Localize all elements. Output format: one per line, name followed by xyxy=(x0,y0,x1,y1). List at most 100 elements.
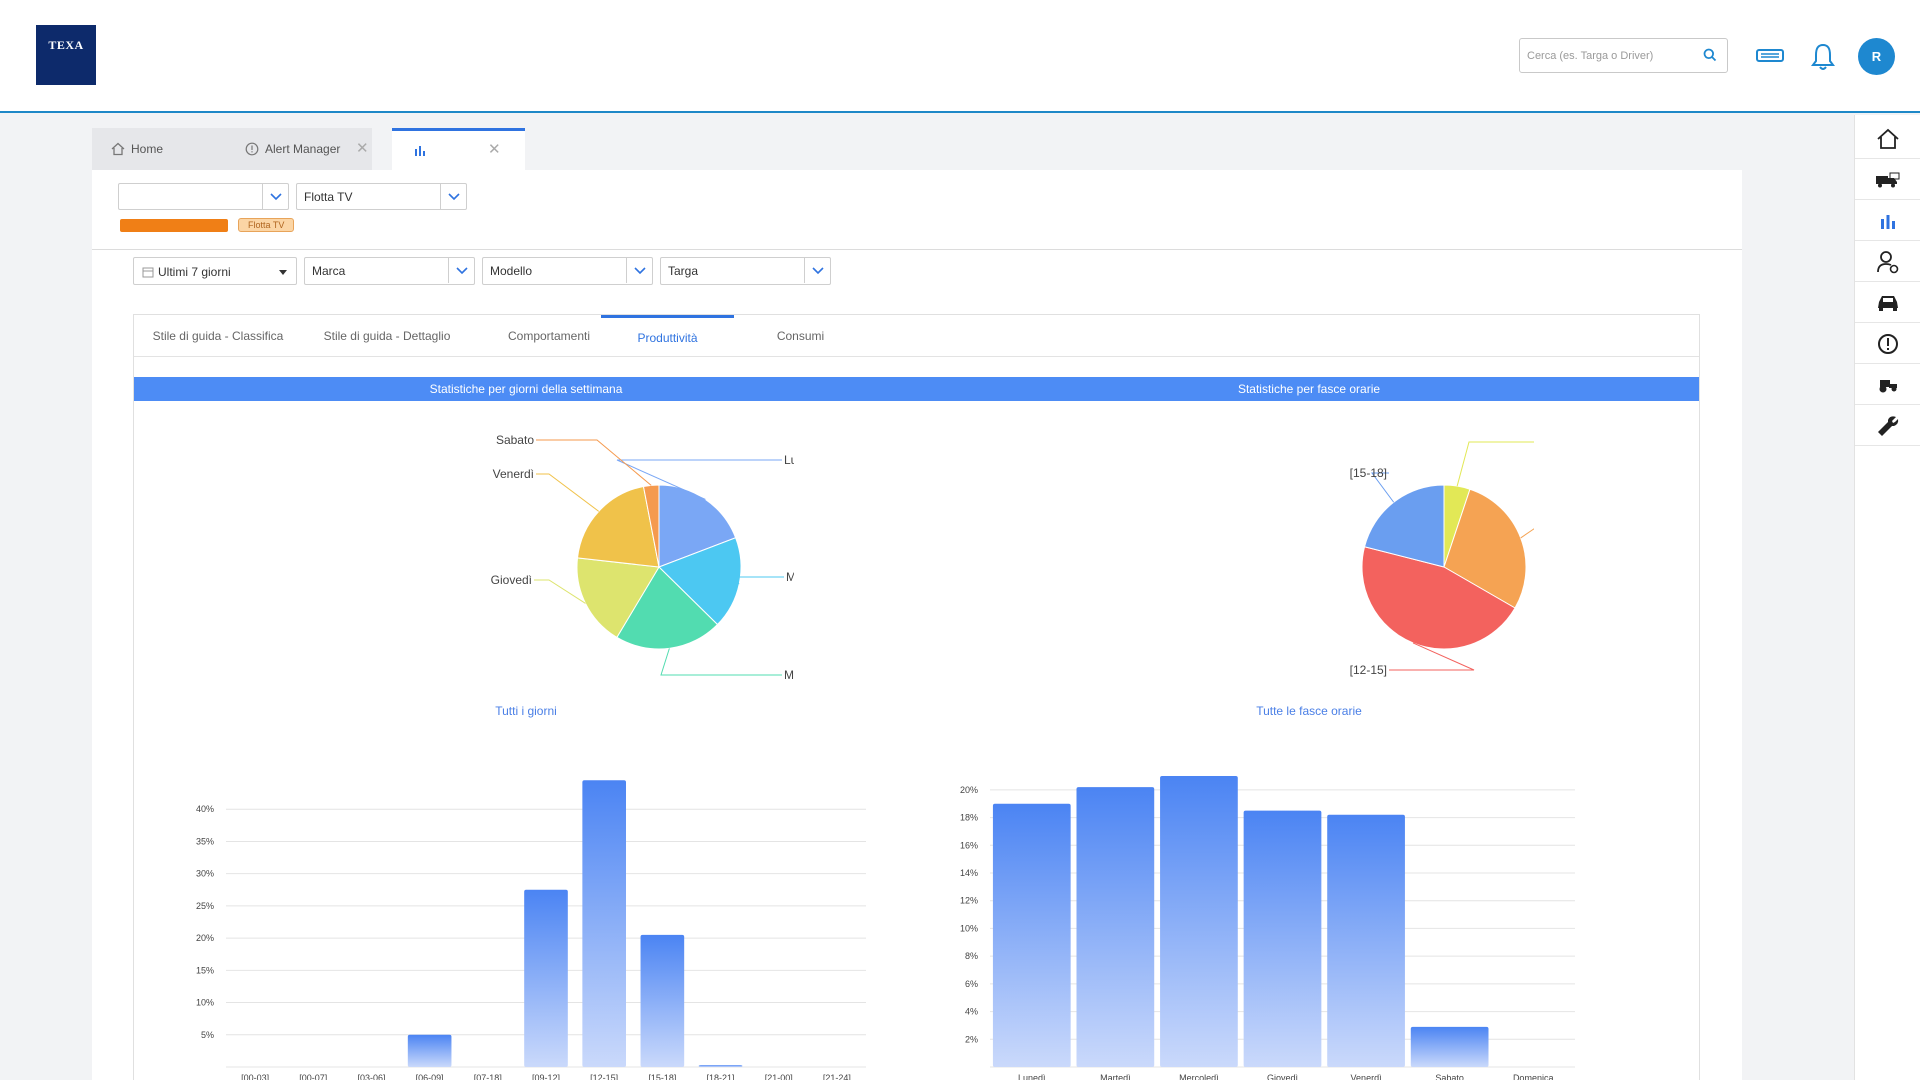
tab-home[interactable]: Home xyxy=(92,128,222,170)
tab-alert-manager-label: Alert Manager xyxy=(265,142,341,156)
sidebar-alerts[interactable] xyxy=(1855,324,1920,364)
plate-select-value: Targa xyxy=(668,264,699,278)
y-tick-label: 14% xyxy=(960,868,978,878)
calendar-icon xyxy=(142,266,154,281)
tab-driving-style-detail[interactable]: Stile di guida - Dettaglio xyxy=(302,315,472,357)
sidebar-home[interactable] xyxy=(1855,119,1920,159)
chevron-down-icon[interactable] xyxy=(804,258,830,283)
y-tick-label: 2% xyxy=(965,1034,978,1044)
y-tick-label: 18% xyxy=(960,813,978,823)
chevron-down-icon[interactable] xyxy=(262,184,288,209)
x-tick-label: [21-24] xyxy=(823,1073,851,1080)
x-tick-label: Lunedì xyxy=(1018,1073,1046,1080)
tab-statistics[interactable]: ✕ xyxy=(392,128,525,170)
tab-driving-style-ranking[interactable]: Stile di guida - Classifica xyxy=(134,315,302,357)
y-tick-label: 4% xyxy=(965,1007,978,1017)
inner-tab-bar: Stile di guida - Classifica Stile di gui… xyxy=(134,315,1699,357)
section-header-bar: Statistiche per giorni della settimana S… xyxy=(134,377,1699,401)
tab-productivity[interactable]: Produttività xyxy=(601,315,734,357)
pie-label: [12-15] xyxy=(1350,663,1387,677)
bar-chart-weekdays: 2% 4% 6% 8% 10% 12% 14% 16% 18% 20% Lunedì Martedì M… xyxy=(960,776,1575,1080)
y-tick-label: 5% xyxy=(201,1030,214,1040)
top-header: TEXA R xyxy=(0,0,1920,113)
y-tick-label: 15% xyxy=(196,965,214,975)
x-tick-label: [00-03] xyxy=(241,1073,269,1080)
model-select-value: Modello xyxy=(490,264,533,278)
tab-alert-manager[interactable]: Alert Manager ✕ xyxy=(222,128,372,170)
y-tick-label: 8% xyxy=(965,951,978,961)
x-tick-label: [07-18] xyxy=(474,1073,502,1080)
bar[interactable] xyxy=(1160,776,1238,1067)
y-tick-label: 35% xyxy=(196,836,214,846)
search-box[interactable] xyxy=(1519,38,1728,73)
home-icon xyxy=(1877,128,1899,149)
y-tick-label: 30% xyxy=(196,869,214,879)
bar[interactable] xyxy=(992,803,1071,1067)
y-tick-label: 12% xyxy=(960,896,978,906)
bell-icon[interactable] xyxy=(1810,42,1836,77)
x-tick-label: [00-07] xyxy=(299,1073,327,1080)
x-tick-label: [21-00] xyxy=(765,1073,793,1080)
bar[interactable] xyxy=(524,889,568,1067)
bar-chart-title-right: Tutte le fasce orarie xyxy=(1256,704,1362,718)
fleet-tag[interactable]: Flotta TV xyxy=(238,218,295,232)
fleet-select[interactable]: Flotta TV xyxy=(296,183,467,210)
divider xyxy=(92,249,1742,250)
pie-leader-line xyxy=(1520,528,1534,539)
close-icon[interactable]: ✕ xyxy=(488,140,501,158)
sidebar-statistics[interactable] xyxy=(1855,201,1920,241)
pie-label: [15-18] xyxy=(1350,466,1387,480)
y-tick-label: 16% xyxy=(960,840,978,850)
tab-consumption[interactable]: Consumi xyxy=(734,315,867,357)
sidebar-service[interactable] xyxy=(1855,406,1920,446)
plate-select[interactable]: Targa xyxy=(660,257,831,285)
model-select[interactable]: Modello xyxy=(482,257,653,285)
bar-chart-icon xyxy=(1881,214,1895,229)
y-tick-label: 10% xyxy=(960,923,978,933)
bar[interactable] xyxy=(698,1065,743,1067)
chevron-down-icon[interactable] xyxy=(448,258,474,283)
sidebar-agri[interactable] xyxy=(1855,365,1920,405)
brand-select[interactable]: Marca xyxy=(304,257,475,285)
x-tick-label: Sabato xyxy=(1435,1073,1464,1080)
close-icon[interactable]: ✕ xyxy=(356,139,369,157)
bar[interactable] xyxy=(582,780,626,1067)
pie-label: Venerdì xyxy=(493,467,534,481)
y-tick-label: 20% xyxy=(960,785,978,795)
pie-label: Martedì xyxy=(786,570,794,584)
vehicle-device-icon[interactable] xyxy=(1755,42,1785,75)
bar[interactable] xyxy=(407,1034,452,1067)
pie-leader-line xyxy=(536,473,600,512)
sidebar-vehicles[interactable] xyxy=(1855,283,1920,323)
bar[interactable] xyxy=(640,934,685,1067)
x-tick-label: Giovedì xyxy=(1267,1073,1298,1080)
x-tick-label: [06-09] xyxy=(416,1073,444,1080)
search-icon[interactable] xyxy=(1703,48,1717,67)
pie-leader-line xyxy=(660,648,782,676)
user-avatar[interactable]: R xyxy=(1858,38,1895,75)
sidebar-trucks[interactable] xyxy=(1855,160,1920,200)
bar[interactable] xyxy=(1327,814,1405,1067)
x-tick-label: [12-15] xyxy=(590,1073,618,1080)
y-tick-label: 6% xyxy=(965,979,978,989)
truck-icon xyxy=(1876,172,1900,187)
search-input[interactable] xyxy=(1520,39,1690,72)
bar[interactable] xyxy=(1243,810,1322,1067)
pie-chart-weekdays: Lunedì Martedì Mercoledì Giovedì Venerdì Saba… xyxy=(491,433,794,682)
period-select-value: Ultimi 7 giorni xyxy=(158,265,231,279)
x-tick-label: [03-06] xyxy=(357,1073,385,1080)
company-select[interactable] xyxy=(118,183,289,210)
alert-icon xyxy=(1878,333,1898,354)
chevron-down-icon[interactable] xyxy=(626,258,652,283)
bar[interactable] xyxy=(1076,787,1155,1067)
texa-logo[interactable]: TEXA xyxy=(36,25,96,85)
x-tick-label: [15-18] xyxy=(648,1073,676,1080)
statistics-box: Stile di guida - Classifica Stile di gui… xyxy=(133,314,1700,1080)
x-tick-label: Mercoledì xyxy=(1179,1073,1219,1080)
pie-leader-line xyxy=(536,439,652,486)
chevron-down-icon[interactable] xyxy=(440,184,466,209)
period-select[interactable]: Ultimi 7 giorni xyxy=(133,257,297,285)
sidebar-drivers[interactable] xyxy=(1855,242,1920,282)
bar[interactable] xyxy=(1410,1026,1489,1067)
driver-icon xyxy=(1877,250,1899,273)
